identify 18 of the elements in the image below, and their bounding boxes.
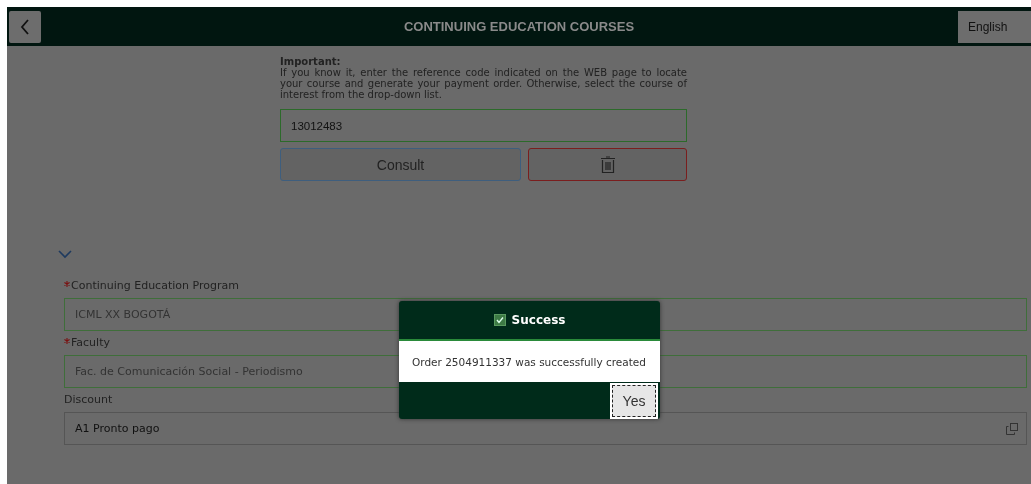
trash-icon bbox=[599, 155, 616, 174]
reference-code-field[interactable]: 13012483 bbox=[280, 109, 687, 142]
language-select[interactable]: English bbox=[958, 10, 1031, 43]
page-title: CONTINUING EDUCATION COURSES bbox=[403, 19, 635, 34]
notice-title: Important: bbox=[280, 56, 342, 67]
expand-chevron-icon[interactable] bbox=[58, 249, 72, 259]
back-button[interactable] bbox=[9, 10, 41, 43]
checkbox-icon bbox=[493, 314, 506, 326]
copy-icon[interactable] bbox=[1006, 422, 1018, 435]
field-label: Continuing Education Program bbox=[71, 279, 239, 292]
delete-button[interactable] bbox=[528, 148, 687, 181]
field-label: Discount bbox=[64, 393, 113, 406]
dialog-title: Success bbox=[511, 313, 566, 327]
dialog-message: Order 2504911337 was successfully created bbox=[412, 355, 646, 368]
notice-text: If you know it, enter the reference code indicated on the WEB page to locate your course and generate your payment order. Otherwise, select the course of interest from the drop-down list. bbox=[280, 67, 687, 100]
field-label: Faculty bbox=[71, 336, 110, 349]
consult-button[interactable]: Consult bbox=[280, 148, 521, 181]
yes-button[interactable]: Yes bbox=[612, 384, 656, 417]
